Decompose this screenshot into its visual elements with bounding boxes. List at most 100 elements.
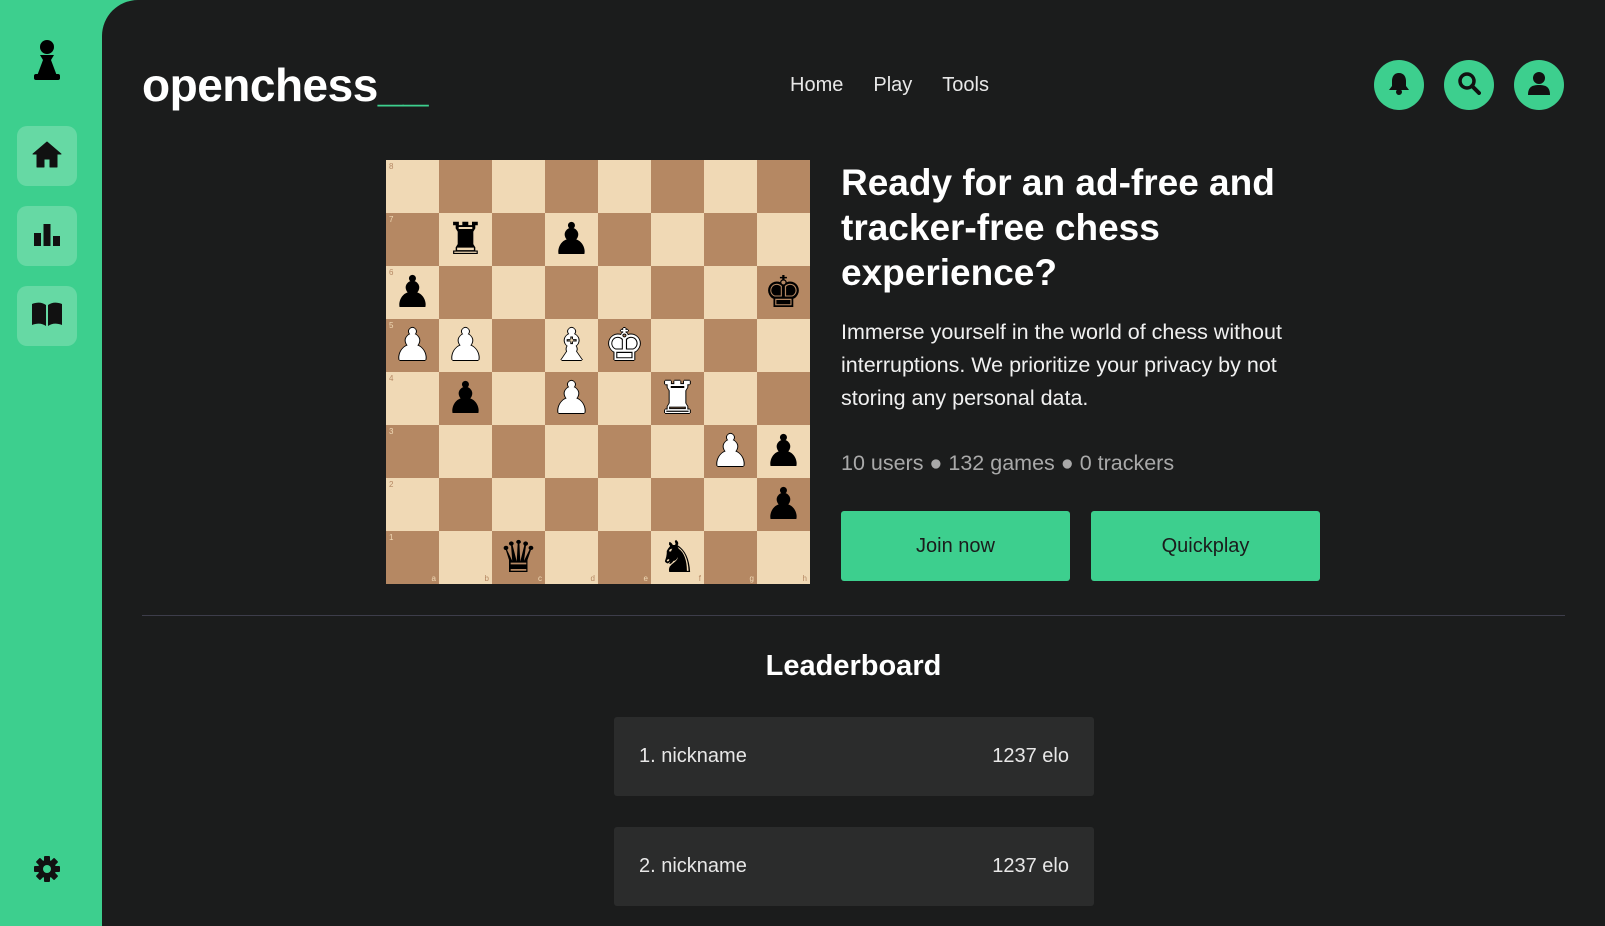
board-square-f3[interactable] <box>651 425 704 478</box>
board-square-a5[interactable]: 5 ♟ <box>386 319 439 372</box>
board-square-e7[interactable] <box>598 213 651 266</box>
board-square-b3[interactable] <box>439 425 492 478</box>
black-pawn-icon[interactable]: ♟ <box>764 482 803 527</box>
sidebar-item-settings[interactable] <box>32 855 62 886</box>
board-square-c7[interactable] <box>492 213 545 266</box>
board-square-g5[interactable] <box>704 319 757 372</box>
notifications-button[interactable] <box>1374 60 1424 110</box>
board-square-e6[interactable] <box>598 266 651 319</box>
board-square-d8[interactable] <box>545 160 598 213</box>
board-square-d6[interactable] <box>545 266 598 319</box>
board-square-a6[interactable]: 6 ♟ <box>386 266 439 319</box>
board-square-g4[interactable] <box>704 372 757 425</box>
board-square-f4[interactable]: ♜ <box>651 372 704 425</box>
board-square-g1[interactable]: g <box>704 531 757 584</box>
board-square-d2[interactable] <box>545 478 598 531</box>
board-square-c2[interactable] <box>492 478 545 531</box>
top-nav: Home Play Tools <box>790 74 989 97</box>
board-square-b7[interactable]: ♜ <box>439 213 492 266</box>
profile-button[interactable] <box>1514 60 1564 110</box>
board-square-e3[interactable] <box>598 425 651 478</box>
board-square-f2[interactable] <box>651 478 704 531</box>
search-button[interactable] <box>1444 60 1494 110</box>
board-square-d4[interactable]: ♟ <box>545 372 598 425</box>
board-square-a2[interactable]: 2 <box>386 478 439 531</box>
board-square-h1[interactable]: h <box>757 531 810 584</box>
bar-chart-icon <box>33 221 61 252</box>
white-pawn-icon[interactable]: ♟ <box>393 323 432 368</box>
rank-label: 4 <box>389 374 394 383</box>
sidebar-item-learn[interactable] <box>17 286 77 346</box>
black-pawn-icon[interactable]: ♟ <box>764 429 803 474</box>
board-square-g8[interactable] <box>704 160 757 213</box>
board-square-h6[interactable]: ♚ <box>757 266 810 319</box>
board-square-c5[interactable] <box>492 319 545 372</box>
brand-logo[interactable]: openchess__ <box>142 58 428 112</box>
board-square-c1[interactable]: c ♛ <box>492 531 545 584</box>
board-square-g6[interactable] <box>704 266 757 319</box>
white-rook-icon[interactable]: ♜ <box>658 376 697 421</box>
board-square-h5[interactable] <box>757 319 810 372</box>
board-square-a3[interactable]: 3 <box>386 425 439 478</box>
board-square-f5[interactable] <box>651 319 704 372</box>
board-square-g7[interactable] <box>704 213 757 266</box>
board-square-a7[interactable]: 7 <box>386 213 439 266</box>
file-label: c <box>538 574 542 583</box>
board-square-c4[interactable] <box>492 372 545 425</box>
board-square-d7[interactable]: ♟ <box>545 213 598 266</box>
board-square-h2[interactable]: ♟ <box>757 478 810 531</box>
nav-tools[interactable]: Tools <box>942 74 989 97</box>
board-square-e2[interactable] <box>598 478 651 531</box>
white-bishop-icon[interactable]: ♝ <box>552 323 591 368</box>
board-square-b4[interactable]: ♟ <box>439 372 492 425</box>
board-square-f6[interactable] <box>651 266 704 319</box>
black-pawn-icon[interactable]: ♟ <box>446 376 485 421</box>
board-square-f7[interactable] <box>651 213 704 266</box>
board-square-b8[interactable] <box>439 160 492 213</box>
board-square-c8[interactable] <box>492 160 545 213</box>
board-square-b1[interactable]: b <box>439 531 492 584</box>
leaderboard-row[interactable]: 1. nickname 1237 elo <box>614 717 1094 796</box>
leaderboard-row[interactable]: 2. nickname 1237 elo <box>614 827 1094 906</box>
nav-home[interactable]: Home <box>790 74 843 97</box>
board-square-b6[interactable] <box>439 266 492 319</box>
board-square-f8[interactable] <box>651 160 704 213</box>
board-square-e8[interactable] <box>598 160 651 213</box>
board-square-b2[interactable] <box>439 478 492 531</box>
board-square-d1[interactable]: d <box>545 531 598 584</box>
board-square-h4[interactable] <box>757 372 810 425</box>
black-queen-icon[interactable]: ♛ <box>499 535 538 580</box>
board-square-f1[interactable]: f ♞ <box>651 531 704 584</box>
white-pawn-icon[interactable]: ♟ <box>446 323 485 368</box>
black-king-icon[interactable]: ♚ <box>764 270 803 315</box>
white-pawn-icon[interactable]: ♟ <box>711 429 750 474</box>
board-square-b5[interactable]: ♟ <box>439 319 492 372</box>
black-knight-icon[interactable]: ♞ <box>658 535 697 580</box>
chessboard[interactable]: 8 7 ♜ ♟ 6 ♟ ♚ 5 ♟ ♟ ♝ ♚ 4 ♟ ♟ ♜ 3 ♟ ♟ 2 ♟ 1 a b c ♛ d e f ♞ g h <box>386 160 810 584</box>
board-square-c6[interactable] <box>492 266 545 319</box>
board-square-d3[interactable] <box>545 425 598 478</box>
board-square-a4[interactable]: 4 <box>386 372 439 425</box>
nav-play[interactable]: Play <box>873 74 912 97</box>
white-king-icon[interactable]: ♚ <box>605 323 644 368</box>
board-square-h7[interactable] <box>757 213 810 266</box>
board-square-e1[interactable]: e <box>598 531 651 584</box>
sidebar-item-stats[interactable] <box>17 206 77 266</box>
board-square-a1[interactable]: 1a <box>386 531 439 584</box>
black-pawn-icon[interactable]: ♟ <box>393 270 432 315</box>
board-square-d5[interactable]: ♝ <box>545 319 598 372</box>
board-square-e4[interactable] <box>598 372 651 425</box>
board-square-g2[interactable] <box>704 478 757 531</box>
sidebar-item-home[interactable] <box>17 126 77 186</box>
board-square-c3[interactable] <box>492 425 545 478</box>
board-square-a8[interactable]: 8 <box>386 160 439 213</box>
black-rook-icon[interactable]: ♜ <box>446 217 485 262</box>
quickplay-button[interactable]: Quickplay <box>1091 511 1320 581</box>
black-pawn-icon[interactable]: ♟ <box>552 217 591 262</box>
white-pawn-icon[interactable]: ♟ <box>552 376 591 421</box>
board-square-g3[interactable]: ♟ <box>704 425 757 478</box>
board-square-e5[interactable]: ♚ <box>598 319 651 372</box>
join-now-button[interactable]: Join now <box>841 511 1070 581</box>
board-square-h8[interactable] <box>757 160 810 213</box>
board-square-h3[interactable]: ♟ <box>757 425 810 478</box>
